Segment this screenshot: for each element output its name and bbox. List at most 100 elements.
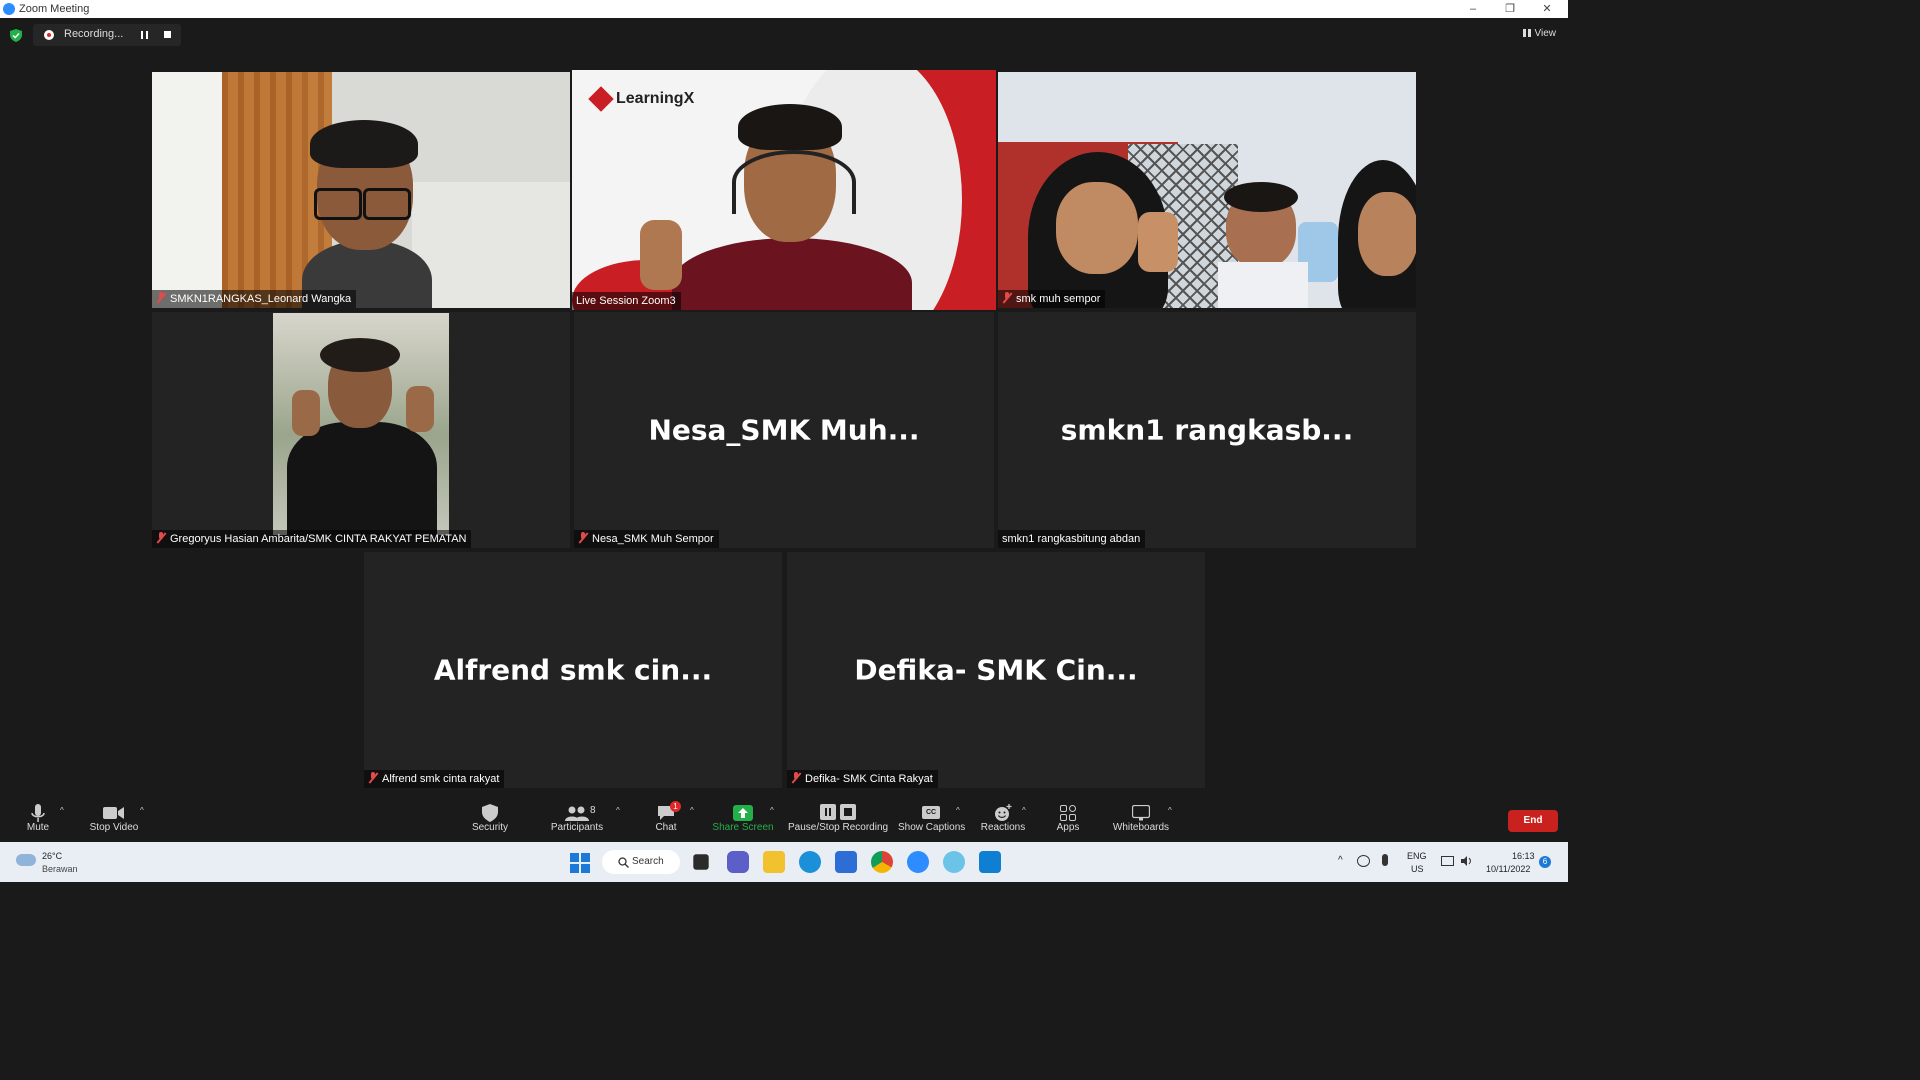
reactions-button[interactable]: Reactions xyxy=(980,796,1026,842)
participant-name-tag: SMKN1RANGKAS_Leonard Wangka xyxy=(152,290,357,308)
apps-label: Apps xyxy=(1056,822,1080,833)
participant-name: smk muh sempor xyxy=(1016,293,1101,305)
video-tile-leonard[interactable]: SMKN1RANGKAS_Leonard Wangka xyxy=(152,72,570,308)
stop-recording-icon[interactable] xyxy=(164,31,171,38)
participant-name-tag: smk muh sempor xyxy=(998,290,1106,308)
chat-options-caret[interactable]: ^ xyxy=(690,806,694,815)
headset xyxy=(732,150,856,214)
muted-mic-icon xyxy=(368,772,378,783)
task-view-icon[interactable] xyxy=(693,854,709,870)
video-tile-smkn1-rangkasbitung[interactable]: smkn1 rangkasb... smkn1 rangkasbitung ab… xyxy=(998,312,1416,548)
share-options-caret[interactable]: ^ xyxy=(770,806,774,815)
participant-display-name: smkn1 rangkasb... xyxy=(1060,413,1354,447)
security-shield-icon[interactable] xyxy=(10,29,22,42)
clock-time[interactable]: 16:13 xyxy=(1512,851,1535,861)
participant-name-tag: Alfrend smk cinta rakyat xyxy=(364,770,505,788)
show-captions-button[interactable]: CC Show Captions xyxy=(898,796,966,842)
thumbs-up-hand xyxy=(640,220,682,290)
apps-button[interactable]: Apps xyxy=(1054,796,1082,842)
search-label: Search xyxy=(632,856,664,867)
chrome-browser-icon[interactable] xyxy=(871,851,893,873)
shield-icon xyxy=(482,804,498,822)
mute-options-caret[interactable]: ^ xyxy=(60,806,64,815)
network-icon[interactable] xyxy=(1441,856,1454,866)
video-tile-defika[interactable]: Defika- SMK Cin... Defika- SMK Cinta Rak… xyxy=(787,552,1205,788)
close-button[interactable]: ✕ xyxy=(1537,1,1557,17)
whiteboard-icon xyxy=(1131,804,1151,821)
pause-stop-icon xyxy=(820,804,856,820)
participant-name: smkn1 rangkasbitung abdan xyxy=(1002,533,1141,545)
participant-name-tag: Gregoryus Hasian Ambarita/SMK CINTA RAKY… xyxy=(152,530,472,548)
microphone-tray-icon[interactable] xyxy=(1382,854,1388,866)
file-explorer-icon[interactable] xyxy=(763,851,785,873)
participant-name-tag: Defika- SMK Cinta Rakyat xyxy=(787,770,938,788)
notification-count-badge[interactable]: 6 xyxy=(1539,856,1551,868)
person-hoodie xyxy=(287,422,437,535)
tray-overflow-caret[interactable]: ^ xyxy=(1338,855,1343,866)
microphone-icon xyxy=(31,804,45,822)
video-options-caret[interactable]: ^ xyxy=(140,806,144,815)
participant-name: SMKN1RANGKAS_Leonard Wangka xyxy=(170,293,352,305)
participants-icon xyxy=(565,806,589,821)
glasses-left xyxy=(314,188,362,220)
mute-button[interactable]: Mute xyxy=(18,796,58,842)
reactions-options-caret[interactable]: ^ xyxy=(1022,806,1026,815)
photos-app-icon[interactable] xyxy=(943,851,965,873)
language-code[interactable]: ENG xyxy=(1407,851,1427,861)
participants-button[interactable]: 8 Participants xyxy=(546,796,608,842)
end-meeting-button[interactable]: End xyxy=(1508,810,1558,832)
person-hair-middle xyxy=(1224,182,1298,212)
muted-mic-icon xyxy=(791,772,801,783)
microsoft-store-icon[interactable] xyxy=(835,851,857,873)
show-captions-label: Show Captions xyxy=(898,822,966,833)
security-label: Security xyxy=(471,822,509,833)
muted-mic-icon xyxy=(156,292,166,303)
pause-recording-icon[interactable] xyxy=(141,31,148,39)
stop-video-button[interactable]: Stop Video xyxy=(86,796,142,842)
zoom-app-icon[interactable] xyxy=(907,851,929,873)
participants-count: 8 xyxy=(590,805,596,816)
search-icon xyxy=(618,857,629,868)
view-button[interactable]: View xyxy=(1522,28,1556,39)
participant-name-tag: smkn1 rangkasbitung abdan xyxy=(998,530,1146,548)
meeting-top-bar: Recording... View xyxy=(0,18,1568,52)
vscode-icon[interactable] xyxy=(979,851,1001,873)
whiteboards-button[interactable]: Whiteboards xyxy=(1110,796,1172,842)
person-hair xyxy=(310,120,418,168)
person-hair xyxy=(738,104,842,150)
captions-options-caret[interactable]: ^ xyxy=(956,806,960,815)
whiteboards-label: Whiteboards xyxy=(1112,822,1170,833)
language-region[interactable]: US xyxy=(1411,864,1424,874)
participant-display-name: Nesa_SMK Muh... xyxy=(648,413,920,447)
window-title: Zoom Meeting xyxy=(19,3,90,15)
whiteboards-options-caret[interactable]: ^ xyxy=(1168,806,1172,815)
chat-button[interactable]: 1 Chat xyxy=(650,796,682,842)
pause-stop-recording-button[interactable]: Pause/Stop Recording xyxy=(788,796,888,842)
security-button[interactable]: Security xyxy=(466,796,514,842)
video-tile-smk-muh-sempor[interactable]: smk muh sempor xyxy=(998,72,1416,308)
grid-view-icon xyxy=(1522,29,1531,37)
participant-name: Alfrend smk cinta rakyat xyxy=(382,773,500,785)
windows-start-icon[interactable] xyxy=(570,853,590,873)
recording-dot-icon xyxy=(44,30,54,40)
video-tile-gregoryus[interactable]: Gregoryus Hasian Ambarita/SMK CINTA RAKY… xyxy=(152,312,570,548)
wall-tiles xyxy=(412,182,570,308)
restore-button[interactable]: ❐ xyxy=(1500,1,1520,17)
clock-date[interactable]: 10/11/2022 xyxy=(1486,864,1530,874)
share-screen-button[interactable]: Share Screen xyxy=(712,796,774,842)
video-tile-alfrend[interactable]: Alfrend smk cin... Alfrend smk cinta rak… xyxy=(364,552,782,788)
participant-name: Live Session Zoom3 xyxy=(576,295,676,307)
video-tile-live-session[interactable]: LearningX Live Session Zoom3 xyxy=(572,70,996,310)
participants-label: Participants xyxy=(550,822,604,833)
cloud-weather-icon[interactable] xyxy=(16,854,36,866)
stop-video-label: Stop Video xyxy=(89,822,139,833)
participants-options-caret[interactable]: ^ xyxy=(616,806,620,815)
sync-icon[interactable] xyxy=(1357,855,1370,867)
teams-chat-icon[interactable] xyxy=(727,851,749,873)
minimize-button[interactable]: – xyxy=(1463,1,1483,17)
taskbar-search-box[interactable]: Search xyxy=(602,850,680,874)
video-tile-nesa[interactable]: Nesa_SMK Muh... Nesa_SMK Muh Sempor xyxy=(574,312,994,548)
edge-browser-icon[interactable] xyxy=(799,851,821,873)
volume-icon[interactable] xyxy=(1461,856,1473,866)
participant-name: Nesa_SMK Muh Sempor xyxy=(592,533,714,545)
